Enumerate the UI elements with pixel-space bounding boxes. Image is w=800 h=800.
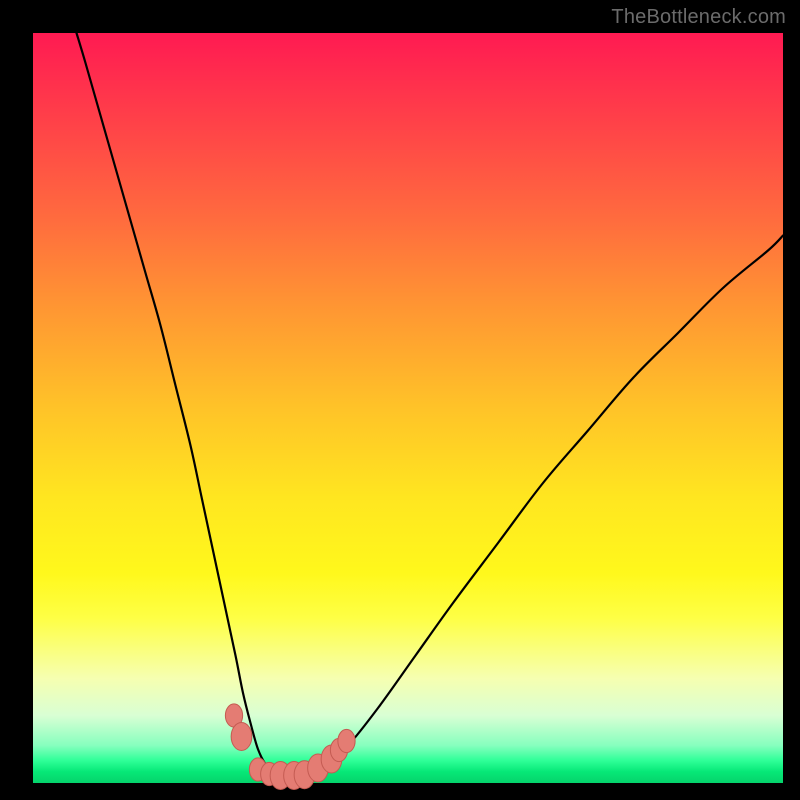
- chart-plot-area: [33, 33, 783, 783]
- chart-frame: TheBottleneck.com: [0, 0, 800, 800]
- data-marker: [231, 723, 252, 751]
- watermark-text: TheBottleneck.com: [611, 6, 786, 29]
- bottleneck-curve: [77, 33, 784, 776]
- data-marker: [338, 729, 355, 752]
- curve-markers: [225, 704, 355, 790]
- chart-svg: [33, 33, 783, 783]
